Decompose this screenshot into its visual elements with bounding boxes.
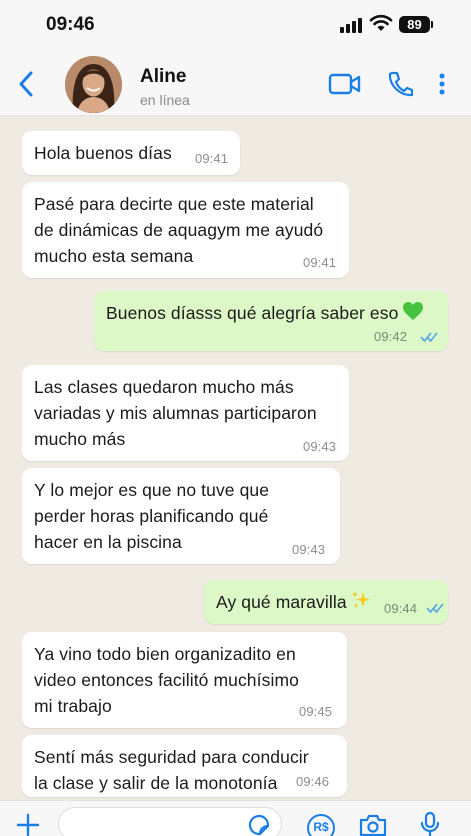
chat-messages-area[interactable]: Hola buenos días 09:41 Pasé para decirte… — [0, 116, 471, 800]
outgoing-message[interactable]: Ay qué maravilla 09:44 — [204, 580, 448, 624]
message-text: Buenos díasss qué alegría saber eso — [106, 300, 424, 328]
avatar[interactable] — [65, 56, 122, 113]
status-bar: 09:46 89 — [0, 0, 471, 52]
message-time: 09:45 — [299, 704, 333, 719]
message-text: Las clases quedaron mucho más variadas y … — [34, 377, 317, 449]
plus-icon[interactable] — [16, 813, 40, 836]
cellular-signal-icon — [340, 17, 364, 33]
message-time: 09:42 — [374, 329, 408, 344]
outgoing-message[interactable]: Buenos díasss qué alegría saber eso 09:4… — [94, 291, 448, 351]
message-text: Ay qué maravilla — [216, 589, 371, 617]
back-chevron-icon[interactable] — [14, 69, 38, 99]
status-time: 09:46 — [46, 14, 95, 35]
message-time: 09:44 — [384, 601, 418, 616]
wifi-icon — [369, 14, 393, 31]
pix-payment-icon[interactable]: R$ — [307, 814, 335, 836]
phone-call-icon[interactable] — [387, 70, 413, 98]
green-heart-emoji — [402, 301, 424, 328]
camera-icon[interactable] — [358, 813, 388, 836]
message-time: 09:41 — [303, 255, 337, 270]
incoming-message[interactable]: Ya vino todo bien organizadito en video e… — [22, 632, 347, 728]
more-options-icon[interactable] — [438, 72, 446, 96]
incoming-message[interactable]: Sentí más seguridad para conducir la clas… — [22, 735, 347, 797]
chat-header: Aline en línea — [0, 52, 471, 116]
message-text: Sentí más seguridad para conducir la clas… — [34, 747, 309, 793]
microphone-icon[interactable] — [420, 811, 440, 836]
incoming-message[interactable]: Las clases quedaron mucho más variadas y … — [22, 365, 349, 461]
message-composer: R$ — [0, 800, 471, 836]
message-text: Y lo mejor es que no tuve que perder hora… — [34, 480, 270, 552]
sparkles-emoji — [351, 590, 371, 617]
incoming-message[interactable]: Pasé para decirte que este material de di… — [22, 182, 349, 278]
message-time: 09:41 — [195, 151, 229, 166]
double-check-icon — [426, 603, 444, 614]
message-text: Ya vino todo bien organizadito en video e… — [34, 644, 299, 716]
sticker-icon[interactable] — [247, 813, 271, 836]
message-time: 09:43 — [303, 439, 337, 454]
battery-indicator: 89 — [399, 16, 433, 33]
incoming-message[interactable]: Y lo mejor es que no tuve que perder hora… — [22, 468, 340, 564]
double-check-icon — [420, 332, 438, 343]
video-call-icon[interactable] — [328, 72, 362, 96]
message-text: Hola buenos días — [34, 143, 172, 163]
message-time: 09:43 — [292, 542, 326, 557]
message-text: Pasé para decirte que este material de di… — [34, 194, 324, 266]
message-time: 09:46 — [296, 774, 330, 789]
incoming-message[interactable]: Hola buenos días 09:41 — [22, 131, 240, 175]
contact-name[interactable]: Aline — [140, 66, 186, 88]
contact-status: en línea — [140, 92, 190, 108]
